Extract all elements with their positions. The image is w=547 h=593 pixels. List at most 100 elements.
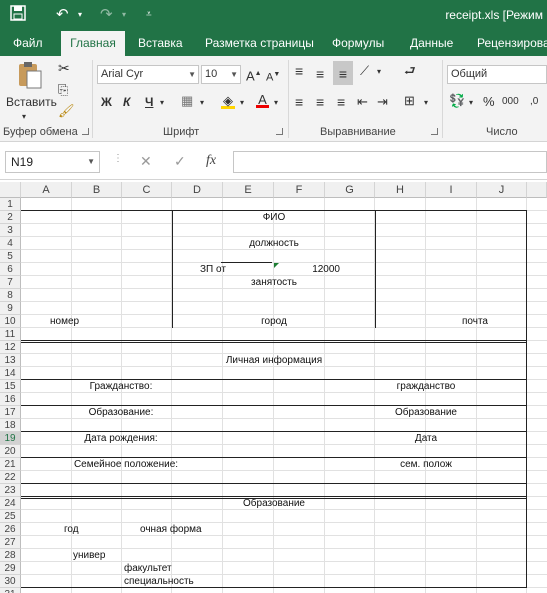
align-center-icon[interactable]: ≡ — [316, 93, 324, 111]
row-header-25[interactable]: 25 — [0, 510, 21, 523]
column-header-d[interactable]: D — [172, 182, 223, 198]
thousands-button[interactable]: 000 — [502, 93, 519, 111]
cell-marital[interactable]: сем. полож — [375, 458, 477, 471]
tab-review[interactable]: Рецензирова — [470, 31, 547, 56]
column-header-c[interactable]: C — [122, 182, 172, 198]
merge-center-icon[interactable]: ⊞ — [404, 92, 415, 110]
undo-icon[interactable]: ↶ — [56, 5, 69, 25]
name-box[interactable]: N19 ▼ — [5, 151, 100, 173]
cancel-icon[interactable]: ✕ — [140, 153, 152, 170]
tab-formulas[interactable]: Формулы — [325, 31, 391, 56]
copy-icon[interactable]: ⎘ — [58, 81, 68, 99]
borders-dropdown-icon[interactable]: ▾ — [200, 94, 204, 112]
row-header-31[interactable]: 31 — [0, 588, 21, 593]
undo-dropdown-icon[interactable]: ▾ — [78, 5, 82, 25]
row-header-20[interactable]: 20 — [0, 445, 21, 458]
cell-year[interactable]: год — [64, 523, 104, 536]
row-header-5[interactable]: 5 — [0, 250, 21, 263]
row-header-19[interactable]: 19 — [0, 432, 21, 445]
formula-input[interactable] — [233, 151, 547, 173]
row-header-26[interactable]: 26 — [0, 523, 21, 536]
column-header-h[interactable]: H — [375, 182, 426, 198]
cell-study-form[interactable]: очная форма — [140, 523, 220, 536]
cell-birth-label[interactable]: Дата рождения: — [60, 432, 182, 445]
increase-indent-icon[interactable]: ⇥ — [377, 93, 388, 111]
tab-page-layout[interactable]: Разметка страницы — [198, 31, 321, 56]
row-header-22[interactable]: 22 — [0, 471, 21, 484]
cell-pochta[interactable]: почта — [440, 315, 510, 328]
increase-font-icon[interactable]: A▲ — [246, 65, 262, 85]
cell-citizenship[interactable]: гражданство — [375, 380, 477, 393]
orientation-icon[interactable]: ⟋ — [360, 62, 369, 80]
align-middle-icon[interactable]: ≡ — [316, 65, 324, 83]
bold-button[interactable]: Ж — [101, 93, 112, 111]
font-color-dropdown-icon[interactable]: ▾ — [274, 94, 278, 112]
row-header-21[interactable]: 21 — [0, 458, 21, 471]
row-header-10[interactable]: 10 — [0, 315, 21, 328]
decrease-indent-icon[interactable]: ⇤ — [357, 93, 368, 111]
row-header-13[interactable]: 13 — [0, 354, 21, 367]
cell-dolzhnost[interactable]: должность — [223, 237, 325, 250]
row-header-16[interactable]: 16 — [0, 393, 21, 406]
cut-icon[interactable]: ✂ — [58, 59, 70, 77]
row-header-23[interactable]: 23 — [0, 484, 21, 497]
cell-personal[interactable]: Личная информация — [172, 354, 376, 367]
number-format-select[interactable]: Общий — [447, 65, 547, 84]
font-launcher-icon[interactable] — [276, 128, 283, 135]
cell-zp[interactable]: ЗП от — [200, 263, 260, 276]
cell-faculty[interactable]: факультет — [124, 562, 204, 575]
italic-button[interactable]: К — [123, 93, 130, 111]
select-all-corner[interactable] — [0, 182, 21, 198]
cell-citizenship-label[interactable]: Гражданство: — [60, 380, 182, 393]
accounting-format-icon[interactable]: 💱 — [449, 92, 465, 110]
row-header-29[interactable]: 29 — [0, 562, 21, 575]
paste-dropdown-icon[interactable]: ▾ — [22, 108, 26, 126]
column-header-i[interactable]: I — [426, 182, 477, 198]
row-header-11[interactable]: 11 — [0, 328, 21, 341]
cell-gorod[interactable]: город — [223, 315, 325, 328]
column-header-a[interactable]: A — [21, 182, 72, 198]
redo-dropdown-icon[interactable]: ▾ — [122, 5, 126, 25]
tab-data[interactable]: Данные — [403, 31, 460, 56]
align-left-icon[interactable]: ≡ — [295, 93, 303, 111]
cell-education-label[interactable]: Образование: — [60, 406, 182, 419]
underline-dropdown-icon[interactable]: ▾ — [160, 94, 164, 112]
spreadsheet-grid[interactable]: ABCDEFGHIJ 1 2 3 4 5 6 7 8 9 10 11 12 13 14 15 16 17 18 19… — [0, 182, 547, 593]
row-header-28[interactable]: 28 — [0, 549, 21, 562]
orientation-dropdown-icon[interactable]: ▾ — [377, 63, 381, 81]
row-header-15[interactable]: 15 — [0, 380, 21, 393]
tab-insert[interactable]: Вставка — [131, 31, 190, 56]
row-header-27[interactable]: 27 — [0, 536, 21, 549]
fill-color-icon[interactable]: ◈ — [221, 92, 235, 109]
cell-marital-label[interactable]: Семейное положение: — [50, 458, 202, 471]
font-color-icon[interactable]: A — [256, 91, 269, 108]
row-header-8[interactable]: 8 — [0, 289, 21, 302]
align-top-icon[interactable]: ≡ — [295, 62, 303, 80]
insert-function-button[interactable]: fx — [206, 153, 216, 169]
cell-zanyatost[interactable]: занятость — [223, 276, 325, 289]
wrap-text-icon[interactable]: ⮐ — [404, 62, 416, 80]
cell-education[interactable]: Образование — [375, 406, 477, 419]
save-icon[interactable] — [10, 5, 26, 25]
cell-zp-value[interactable]: 12000 — [300, 263, 340, 276]
row-header-3[interactable]: 3 — [0, 224, 21, 237]
row-header-12[interactable]: 12 — [0, 341, 21, 354]
fill-dropdown-icon[interactable]: ▾ — [240, 94, 244, 112]
row-header-24[interactable]: 24 — [0, 497, 21, 510]
alignment-launcher-icon[interactable] — [431, 128, 438, 135]
row-header-2[interactable]: 2 — [0, 211, 21, 224]
column-header-k[interactable] — [527, 182, 547, 198]
row-header-14[interactable]: 14 — [0, 367, 21, 380]
row-header-17[interactable]: 17 — [0, 406, 21, 419]
row-header-4[interactable]: 4 — [0, 237, 21, 250]
decrease-font-icon[interactable]: A▼ — [266, 66, 280, 87]
font-size-select[interactable]: 10 ▼ — [201, 65, 241, 84]
enter-icon[interactable]: ✓ — [174, 153, 186, 170]
percent-button[interactable]: % — [483, 93, 495, 111]
underline-button[interactable]: Ч — [145, 93, 153, 111]
cell-birth[interactable]: Дата — [375, 432, 477, 445]
cell-university[interactable]: универ — [73, 549, 133, 562]
column-header-g[interactable]: G — [325, 182, 375, 198]
column-header-j[interactable]: J — [477, 182, 527, 198]
row-header-1[interactable]: 1 — [0, 198, 21, 211]
